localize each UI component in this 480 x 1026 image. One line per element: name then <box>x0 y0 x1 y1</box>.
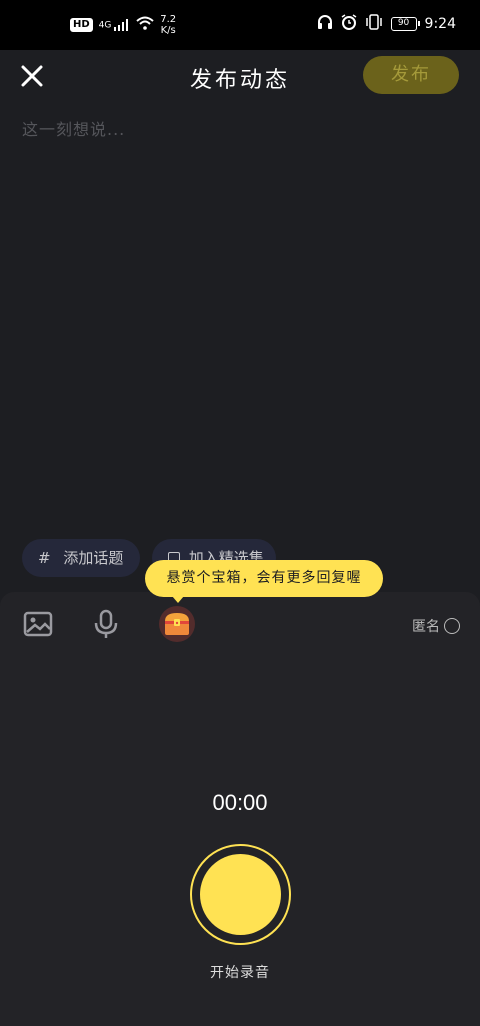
add-topic-button[interactable]: # 添加话题 <box>22 539 140 577</box>
treasure-chest-icon <box>159 606 195 642</box>
status-bar: HD 4G 7.2 K/s 90 9:24 <box>0 0 480 50</box>
clock: 9:24 <box>424 16 456 32</box>
treasure-chest-button[interactable] <box>158 605 196 643</box>
anonymous-label: 匿名 <box>412 619 440 635</box>
wifi-icon <box>136 16 154 34</box>
image-icon <box>23 611 53 637</box>
alarm-icon <box>341 14 357 34</box>
post-text-input[interactable] <box>22 116 458 516</box>
anonymous-radio[interactable] <box>444 618 460 634</box>
net-speed: 7.2 K/s <box>160 14 176 36</box>
microphone-icon <box>94 609 118 638</box>
record-timer: 00:00 <box>212 790 268 815</box>
net-speed-unit: K/s <box>160 25 176 36</box>
battery-icon: 90 <box>390 17 420 31</box>
vibrate-icon <box>365 14 383 34</box>
headphones-icon <box>317 15 333 33</box>
hd-indicator: HD <box>70 18 93 32</box>
add-topic-label: 添加话题 <box>63 549 124 567</box>
record-button-ring[interactable] <box>190 844 291 945</box>
status-left: HD 4G 7.2 K/s <box>70 14 176 36</box>
network-type: 4G <box>98 20 112 31</box>
publish-button[interactable]: 发布 <box>363 56 459 94</box>
image-button[interactable] <box>21 607 55 641</box>
net-speed-value: 7.2 <box>160 14 177 25</box>
status-right: 90 9:24 <box>317 14 456 34</box>
record-label: 开始录音 <box>210 965 270 981</box>
cell-signal-icon: 4G <box>99 19 131 31</box>
anonymous-toggle[interactable]: 匿名 <box>412 616 460 636</box>
microphone-button[interactable] <box>89 607 123 641</box>
hashtag-icon: # <box>38 549 51 567</box>
treasure-tooltip: 悬赏个宝箱，会有更多回复喔 <box>145 560 383 603</box>
header: 发布动态 发布 <box>0 50 480 102</box>
record-button[interactable] <box>200 854 281 935</box>
